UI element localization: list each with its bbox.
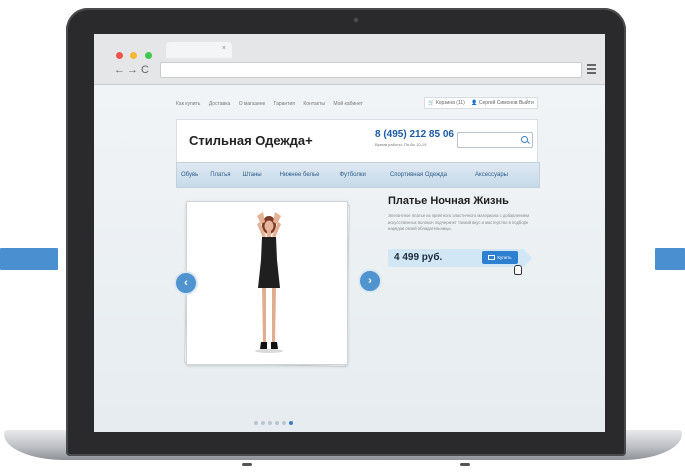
browser-chrome: × ← → C (94, 34, 605, 85)
user-area: 🛒 Корзина (11) 👤 Сергей Симонов Выйти (424, 97, 538, 109)
price-box-tip (524, 249, 532, 267)
site-header: Стильная Одежда+ 8 (495) 212 85 06 Время… (176, 119, 538, 163)
category-item[interactable]: Платья (210, 172, 230, 178)
search-input[interactable] (457, 132, 533, 148)
maximize-window-button[interactable] (144, 52, 152, 59)
slider-next-button[interactable]: › (358, 269, 382, 293)
top-link[interactable]: О магазине (239, 101, 266, 107)
top-link[interactable]: Мой кабинет (333, 101, 363, 107)
pager-dot[interactable] (254, 421, 258, 425)
top-link[interactable]: Контакты (303, 101, 325, 107)
price-box: 4 499 руб. Купить (388, 249, 524, 267)
site-logo[interactable]: Стильная Одежда+ (189, 133, 313, 148)
top-link[interactable]: Как купить (176, 101, 200, 107)
menu-icon[interactable] (587, 64, 596, 76)
product-description: Элегантное платье из приятного эластично… (388, 213, 530, 231)
buy-button[interactable]: Купить (482, 251, 518, 264)
close-tab-icon[interactable]: × (222, 45, 226, 52)
laptop-foot (242, 463, 252, 466)
working-hours: Время работы: Пн-Вс 10-19 (375, 142, 427, 147)
flow-arrow-right (655, 248, 685, 270)
laptop-foot (460, 463, 470, 466)
pager-dot[interactable] (282, 421, 286, 425)
product-slide[interactable] (186, 201, 348, 365)
model-photo (255, 212, 283, 353)
phone-number: 8 (495) 212 85 06 (375, 129, 454, 140)
pager-dot[interactable] (275, 421, 279, 425)
user-link[interactable]: 👤 Сергей Симонов Выйти (471, 100, 534, 106)
search-icon[interactable] (521, 136, 528, 143)
cart-icon (488, 255, 496, 260)
category-item[interactable]: Штаны (242, 172, 261, 178)
category-item[interactable]: Футболки (339, 172, 365, 178)
pager-dot[interactable] (261, 421, 265, 425)
camera-icon (353, 17, 359, 23)
product-price: 4 499 руб. (394, 252, 443, 263)
category-item[interactable]: Спортивная Одежда (390, 172, 447, 178)
category-item[interactable]: Обувь (181, 172, 198, 178)
back-icon[interactable]: ← (114, 64, 125, 76)
hand-cursor-icon (514, 265, 522, 275)
reload-icon[interactable]: C (141, 64, 149, 76)
category-nav: Обувь Платья Штаны Нижнее белье Футболки… (176, 162, 540, 188)
browser-tab[interactable]: × (166, 42, 232, 58)
top-links: Как купить Доставка О магазине Гарантия … (176, 101, 370, 107)
flow-arrow-left (0, 248, 58, 270)
address-bar[interactable] (160, 62, 582, 78)
slider-pager (254, 421, 296, 425)
top-link[interactable]: Гарантия (274, 101, 295, 107)
slider-prev-button[interactable]: ‹ (174, 271, 198, 295)
minimize-window-button[interactable] (130, 52, 138, 59)
pager-dot[interactable] (268, 421, 272, 425)
cart-link[interactable]: 🛒 Корзина (11) (428, 100, 465, 106)
category-item[interactable]: Аксессуары (475, 172, 508, 178)
web-page: Как купить Доставка О магазине Гарантия … (94, 85, 605, 432)
forward-icon[interactable]: → (127, 64, 138, 76)
top-link[interactable]: Доставка (209, 101, 230, 107)
laptop-screen: × ← → C Как купить Доставка О магазине Г… (94, 34, 605, 432)
category-item[interactable]: Нижнее белье (280, 172, 320, 178)
window-controls (116, 46, 155, 64)
close-window-button[interactable] (116, 52, 123, 59)
pager-dot[interactable] (289, 421, 293, 425)
product-title: Платье Ночная Жизнь (388, 195, 509, 207)
